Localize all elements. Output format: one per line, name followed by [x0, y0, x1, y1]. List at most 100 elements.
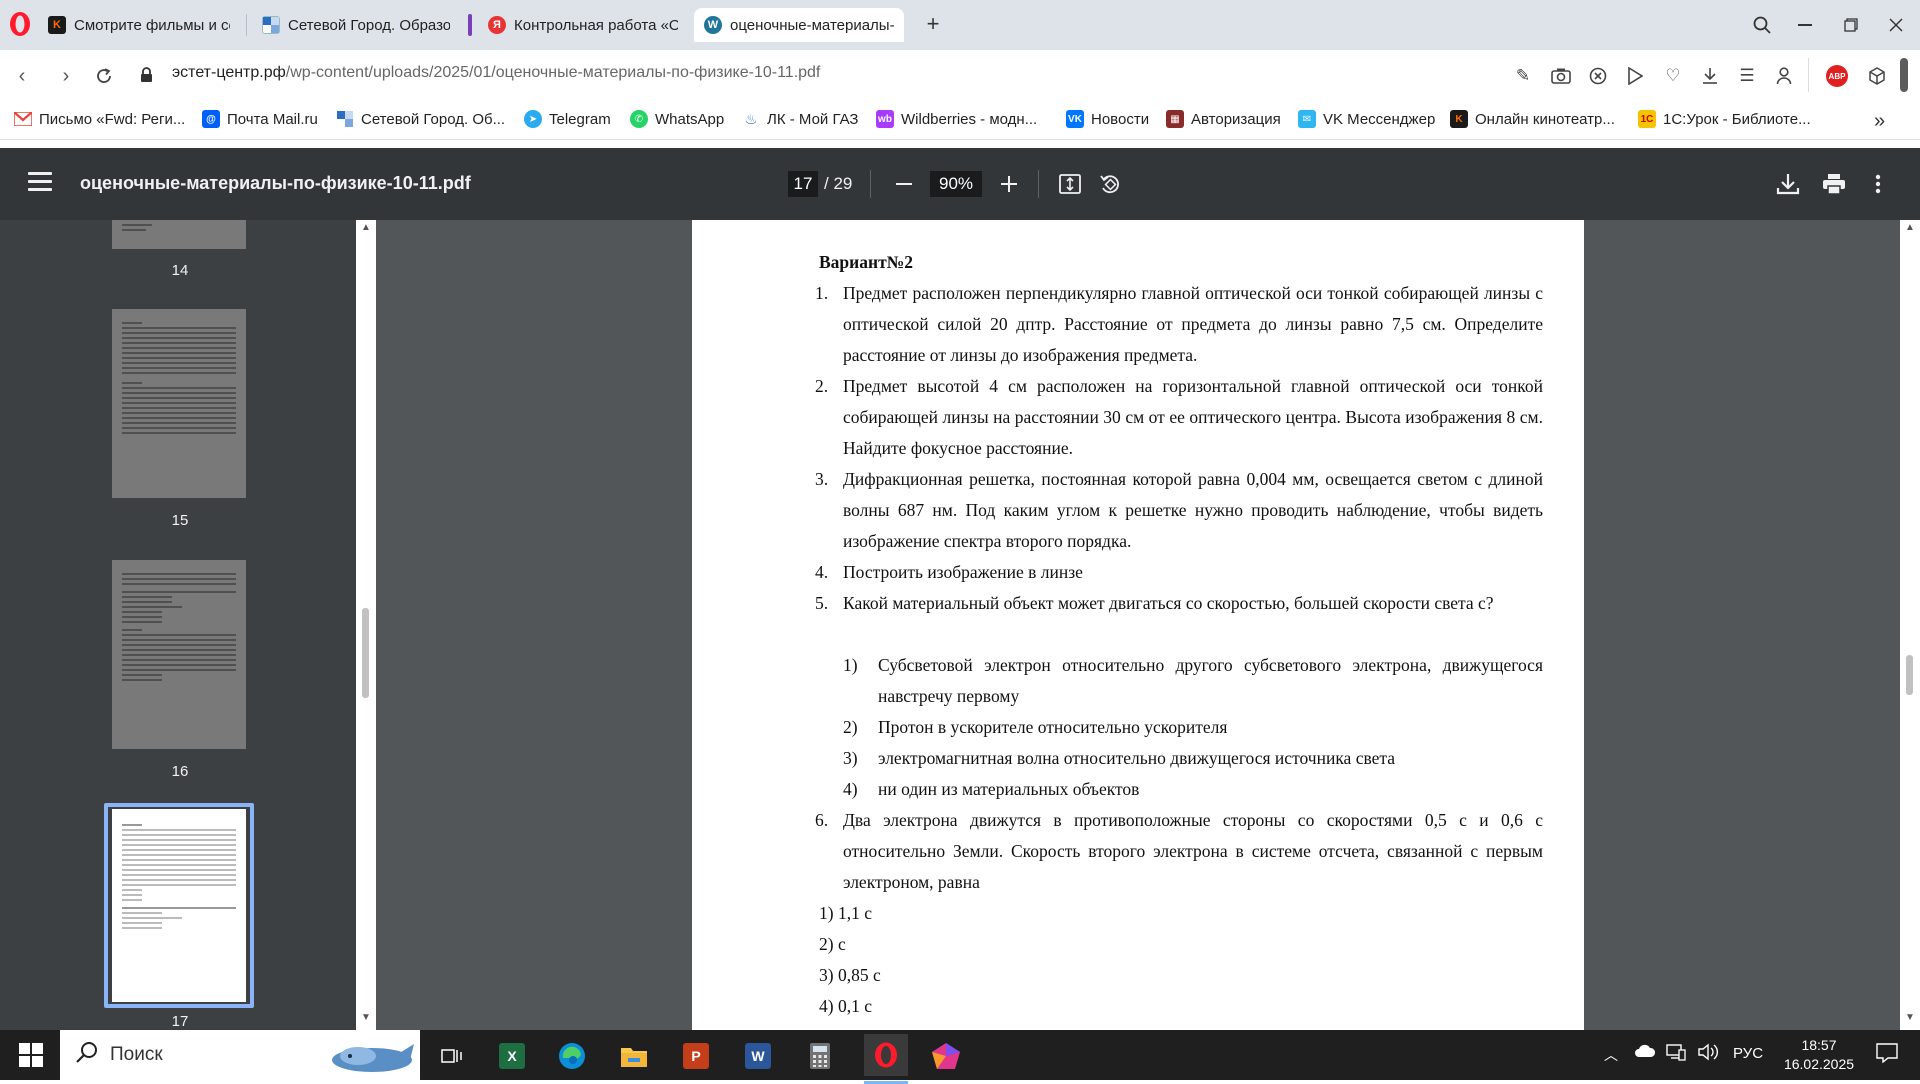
option-number: 3): [843, 748, 858, 768]
page-thumbnail[interactable]: [112, 560, 246, 749]
more-options-icon[interactable]: [1862, 168, 1894, 200]
vk-icon: VK: [1066, 110, 1084, 128]
task-view-icon[interactable]: [432, 1038, 472, 1074]
scroll-down-icon[interactable]: ▼: [360, 1012, 372, 1023]
option-number: 4): [843, 779, 858, 799]
bookmarks-bar: Письмо «Fwd: Реги... @ Почта Mail.ru Сет…: [0, 100, 1920, 140]
page-number-input[interactable]: 17: [788, 171, 818, 197]
opera-logo-icon[interactable]: [8, 10, 32, 38]
zoom-out-icon[interactable]: [888, 168, 920, 200]
account-icon[interactable]: [1771, 63, 1797, 89]
thumbnail-sidebar: 14 15 16 17 ▲ ▼: [0, 220, 376, 1030]
netcity-icon: [336, 110, 354, 128]
fit-page-icon[interactable]: [1054, 168, 1086, 200]
telegram-icon: ➤: [524, 110, 542, 128]
rotate-icon[interactable]: [1094, 168, 1126, 200]
excel-icon[interactable]: X: [492, 1038, 532, 1074]
gas-icon: ♨: [742, 110, 760, 128]
windows-start-icon[interactable]: [10, 1039, 52, 1071]
bookmark-wildberries[interactable]: wb Wildberries - модн...: [876, 110, 1037, 128]
bookmark-news[interactable]: VK Новости: [1066, 110, 1149, 128]
clock-date: 16.02.2025: [1783, 1056, 1855, 1072]
bookmark-label: WhatsApp: [655, 110, 725, 128]
scrollbar-thumb[interactable]: [362, 608, 369, 698]
tab-yandex[interactable]: Я Контрольная работа «Оп: [478, 8, 688, 42]
bookmarks-overflow-icon[interactable]: »: [1874, 110, 1885, 133]
bookmark-kinopoisk[interactable]: K Онлайн кинотеатр...: [1450, 110, 1615, 128]
question-number: 5.: [815, 593, 829, 613]
tab-netcity[interactable]: Сетевой Город. Образова: [252, 8, 460, 42]
sidebar-handle[interactable]: [1900, 58, 1908, 92]
scroll-up-icon[interactable]: ▲: [1904, 222, 1916, 233]
opera-icon[interactable]: [864, 1034, 908, 1084]
question-text: Предмет расположен перпендикулярно главн…: [843, 283, 1543, 365]
bookmark-gmail[interactable]: Письмо «Fwd: Реги...: [14, 110, 185, 128]
play-icon[interactable]: [1622, 63, 1648, 89]
restore-button[interactable]: [1831, 10, 1871, 40]
question-number: 6.: [815, 810, 829, 830]
powerpoint-icon[interactable]: P: [676, 1038, 716, 1074]
bookmark-vk-messenger[interactable]: ✉ VK Мессенджер: [1298, 110, 1435, 128]
bookmark-telegram[interactable]: ➤ Telegram: [524, 110, 611, 128]
bookmark-whatsapp[interactable]: ✆ WhatsApp: [630, 110, 724, 128]
thumbnail-page-number: 16: [171, 763, 189, 780]
bookmark-label: Онлайн кинотеатр...: [1475, 110, 1615, 128]
new-tab-button[interactable]: +: [920, 12, 946, 38]
bookmark-label: VK Мессенджер: [1323, 110, 1436, 128]
question-number: 4.: [815, 562, 829, 582]
input-language[interactable]: РУС: [1733, 1045, 1763, 1062]
extensions-cube-icon[interactable]: [1864, 63, 1890, 89]
lock-icon[interactable]: [140, 67, 153, 83]
scroll-down-icon[interactable]: ▼: [1904, 1012, 1916, 1023]
taskbar-search[interactable]: Поиск: [60, 1030, 420, 1080]
easy-setup-icon[interactable]: ☰: [1734, 63, 1760, 89]
adblock-shield-icon[interactable]: [1585, 63, 1611, 89]
bookmark-auth[interactable]: ▦ Авторизация: [1166, 110, 1281, 128]
page-thumbnail[interactable]: [112, 309, 246, 498]
calculator-icon[interactable]: [800, 1038, 840, 1074]
download-icon[interactable]: [1697, 63, 1723, 89]
minimize-button[interactable]: [1785, 10, 1825, 40]
app-icon[interactable]: [926, 1038, 966, 1074]
page-thumbnail[interactable]: [112, 220, 246, 249]
file-explorer-icon[interactable]: [614, 1038, 654, 1074]
edit-icon[interactable]: ✎: [1510, 63, 1536, 89]
volume-icon[interactable]: [1698, 1043, 1720, 1065]
gmail-icon: [14, 110, 32, 128]
show-hidden-icons[interactable]: ︿: [1604, 1045, 1618, 1065]
camera-icon[interactable]: [1548, 63, 1574, 89]
tab-pdf-active[interactable]: W оценочные-материалы-г: [694, 8, 904, 42]
tab-label: Сетевой Город. Образова: [288, 16, 450, 34]
word-icon[interactable]: W: [738, 1038, 778, 1074]
edge-icon[interactable]: [552, 1038, 592, 1074]
close-window-button[interactable]: [1876, 10, 1916, 40]
notifications-icon[interactable]: [1876, 1043, 1898, 1067]
print-icon[interactable]: [1818, 168, 1850, 200]
bookmark-gas[interactable]: ♨ ЛК - Мой ГАЗ: [742, 110, 858, 128]
onedrive-icon[interactable]: [1634, 1044, 1656, 1062]
search-tabs-icon[interactable]: [1742, 10, 1782, 40]
taskbar-clock[interactable]: 18:57 16.02.2025: [1776, 1036, 1862, 1074]
heart-icon[interactable]: ♡: [1660, 63, 1686, 89]
bookmark-1c[interactable]: 1С 1С:Урок - Библиоте...: [1638, 110, 1811, 128]
scroll-up-icon[interactable]: ▲: [360, 222, 372, 233]
bookmark-netcity[interactable]: Сетевой Город. Об...: [336, 110, 505, 128]
thumbnail-scrollbar[interactable]: ▲ ▼: [356, 220, 376, 1030]
zoom-in-icon[interactable]: [993, 168, 1025, 200]
forward-button[interactable]: ›: [52, 62, 80, 90]
url-field[interactable]: эстет-центр.рф/wp-content/uploads/2025/0…: [172, 64, 820, 82]
scrollbar-thumb[interactable]: [1906, 655, 1913, 695]
zoom-input[interactable]: 90%: [930, 171, 982, 197]
page-thumbnail-current[interactable]: [112, 809, 246, 1002]
document-scrollbar[interactable]: ▲ ▼: [1900, 220, 1920, 1030]
network-icon[interactable]: [1666, 1043, 1686, 1065]
download-icon[interactable]: [1772, 168, 1804, 200]
reload-button[interactable]: [90, 62, 118, 90]
question-text: Предмет высотой 4 см расположен на гориз…: [843, 376, 1543, 458]
back-button[interactable]: ‹: [8, 62, 36, 90]
adblock-plus-icon[interactable]: ABP: [1824, 63, 1850, 89]
menu-icon[interactable]: [28, 172, 52, 192]
wordpress-icon: W: [704, 16, 722, 34]
tab-kinopoisk[interactable]: K Смотрите фильмы и сери: [38, 8, 240, 42]
bookmark-mail-ru[interactable]: @ Почта Mail.ru: [202, 110, 318, 128]
